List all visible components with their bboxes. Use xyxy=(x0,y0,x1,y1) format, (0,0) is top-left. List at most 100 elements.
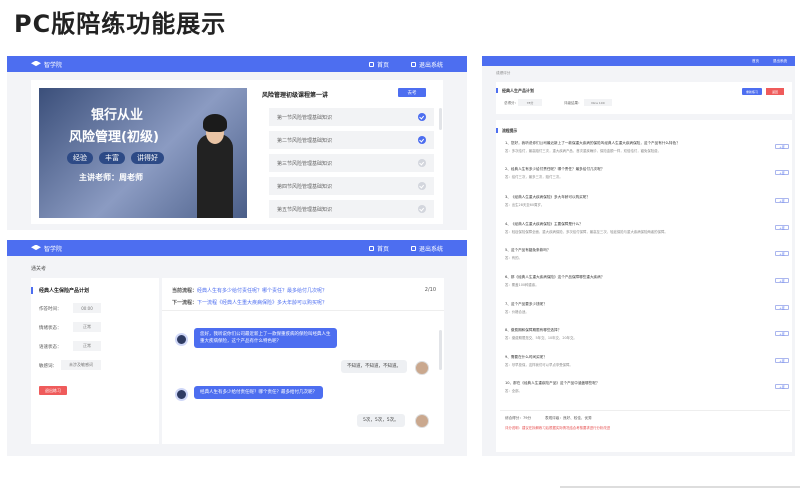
question-text: 7、这个产品要多少钱呢？ xyxy=(505,302,547,306)
view-button[interactable]: +查 xyxy=(775,170,789,175)
chat-scrollbar[interactable] xyxy=(439,330,442,370)
top-nav-bar: 智学院 首页 退出系统 xyxy=(7,240,467,256)
video-teacher: 主讲老师：周老师 xyxy=(79,173,143,182)
question-text: 2、经典人生有多少给付责任呢？哪个责任？最多给付几次呢？ xyxy=(505,167,605,171)
user-message: 5次，5次，5次。 xyxy=(357,414,405,427)
view-button[interactable]: +查 xyxy=(775,225,789,230)
question-text: 5、这个产品有豁免条款吗？ xyxy=(505,248,551,252)
answer-text: 答：全部。 xyxy=(505,389,522,393)
course-panel: 智学院 首页 退出系统 银行从业 风险管理(初级) 经验 丰富 讲得好 主讲老师… xyxy=(7,56,467,230)
field-label: 敏感词： xyxy=(39,364,57,369)
check-icon xyxy=(418,205,426,213)
check-icon xyxy=(418,182,426,190)
teacher-image xyxy=(197,134,233,218)
bot-avatar xyxy=(175,333,188,346)
next-step-text: 下一流程《经典人生重大疾病保险》多大年龄可以购买呢？ xyxy=(197,300,328,306)
mortarboard-icon xyxy=(31,244,41,251)
task-title: 经典人生产品计划 xyxy=(502,88,534,93)
footer-level: 表现评级：良好、较佳、优秀 xyxy=(545,416,592,421)
nav-exit-label: 退出系统 xyxy=(418,245,443,253)
view-button[interactable]: +查 xyxy=(775,384,789,389)
answer-time-value: 00:00 xyxy=(73,303,101,313)
lesson-label: 第四节风险管理基础知识 xyxy=(277,183,333,190)
nav-home[interactable]: 首页 xyxy=(368,244,389,253)
teacher-hair xyxy=(203,114,227,132)
app-logo[interactable]: 智学院 xyxy=(31,60,62,69)
video-tag: 经验 xyxy=(67,152,93,164)
bot-message: 您好，我听说你们公司最近新上了一款保重疾病的保险叫经典人生重大疾病保险，这个产品… xyxy=(194,328,337,348)
view-button[interactable]: +查 xyxy=(775,278,789,283)
answer-text: 答：价格合适。 xyxy=(505,310,529,314)
home-icon xyxy=(368,245,374,251)
task-title: 经典人生保险产品计划 xyxy=(39,288,90,294)
home-icon xyxy=(368,61,374,67)
take-exam-button[interactable]: 去考 xyxy=(398,88,426,97)
practice-info-card: 经典人生保险产品计划 作答时间： 00:00 情绪状态： 正常 语速状态： 正常… xyxy=(31,278,159,444)
field-label: 语速状态： xyxy=(39,345,62,350)
breadcrumb[interactable]: 成绩评分 xyxy=(496,71,510,76)
answer-text: 答：覆盖100种重疾。 xyxy=(505,283,539,287)
video-caption-2: 风险管理(初级) xyxy=(69,130,159,145)
footer-level-value: 良好、较佳、优秀 xyxy=(562,416,592,420)
task-marker xyxy=(31,287,33,294)
app-logo[interactable]: 智学院 xyxy=(31,244,62,253)
score-label: 总得分： xyxy=(504,101,518,105)
user-message: 不知道，不知道，不知道。 xyxy=(341,360,407,373)
question-text: 1、您好，我听说你们公司最近新上了一款保重大疾病的保险叫经典人生重大疾病保险，这… xyxy=(505,141,680,145)
question-text: 9、需要在什么时间买呢？ xyxy=(505,355,547,359)
answer-text: 答：轻症保险保障全面，重大疾病保险，多次给付保障，最高至三次，轻症保险与重大疾病… xyxy=(505,230,668,234)
report-header-card: 经典人生产品计划 总得分： 78分 评级结果： Nice 100 重新练习 返回 xyxy=(496,82,792,114)
current-step-text: 经典人生有多少给付责任呢？哪个责任？最多给付几次呢？ xyxy=(197,288,328,294)
footer-score: 综合得分：79分 xyxy=(505,416,531,421)
next-step: 下一流程：下一流程《经典人生重大疾病保险》多大年龄可以购买呢？ xyxy=(172,299,327,306)
lesson-item[interactable]: 第五节风险管理基础知识 xyxy=(269,200,434,218)
exit-practice-button[interactable]: 退出练习 xyxy=(39,386,67,395)
bot-message: 经典人生有多少给付责任呢？哪个责任？最多给付几次呢？ xyxy=(194,386,323,399)
answer-text: 答：多次给付，最高赔付三次，重大疾病产品，首次重疾确诊，保险金额一样，双倍给付，… xyxy=(505,149,661,153)
nav-exit[interactable]: 退出系统 xyxy=(410,244,443,253)
question-text: 3、《经典人生重大疾病保险》多大年龄可以购买呢？ xyxy=(505,195,590,199)
nav-home[interactable]: 首页 xyxy=(368,60,389,69)
app-name: 智学院 xyxy=(44,61,63,69)
top-nav-bar: 首页 退出系统 xyxy=(482,56,795,66)
footer-note: 评分说明：建议在拆解练习后根据实际情况结合考核要求进行分析改进 xyxy=(505,426,611,430)
nav-home[interactable]: 首页 xyxy=(752,59,759,64)
view-button[interactable]: +查 xyxy=(775,251,789,256)
report-panel: 首页 退出系统 成绩评分 经典人生产品计划 总得分： 78分 评级结果： Nic… xyxy=(482,56,795,456)
app-name: 智学院 xyxy=(44,245,63,253)
view-button[interactable]: +查 xyxy=(775,331,789,336)
view-button[interactable]: +查 xyxy=(775,305,789,310)
answer-text: 答：给付三次，最多三次，赔付三次。 xyxy=(505,175,563,179)
lesson-item[interactable]: 第二节风险管理基础知识 xyxy=(269,131,434,149)
lesson-item[interactable]: 第四节风险管理基础知识 xyxy=(269,177,434,195)
mortarboard-icon xyxy=(31,60,41,67)
nav-exit[interactable]: 退出系统 xyxy=(410,60,443,69)
lesson-item[interactable]: 第三节风险管理基础知识 xyxy=(269,154,434,172)
progress-counter: 2/10 xyxy=(424,287,436,293)
view-button[interactable]: +查 xyxy=(775,198,789,203)
section-marker xyxy=(496,128,498,133)
speed-value: 正常 xyxy=(73,341,101,351)
view-button[interactable]: +查 xyxy=(775,144,789,149)
emotion-value: 正常 xyxy=(73,322,101,332)
back-button[interactable]: 返回 xyxy=(766,88,784,95)
lesson-scrollbar[interactable] xyxy=(439,108,442,130)
answer-text: 答：出生28天至60周岁。 xyxy=(505,203,545,207)
video-caption-1: 银行从业 xyxy=(91,108,144,123)
nav-exit[interactable]: 退出系统 xyxy=(773,59,787,64)
lesson-label: 第五节风险管理基础知识 xyxy=(277,206,333,213)
section-title: 流程提示 xyxy=(502,128,518,133)
question-text: 8、缴费期和保障期限有哪些选择？ xyxy=(505,328,562,332)
question-text: 4、《经典人生重大疾病保险》主要保障是什么？ xyxy=(505,222,583,226)
user-avatar xyxy=(415,361,429,375)
exit-icon xyxy=(410,61,416,67)
video-player[interactable]: 银行从业 风险管理(初级) 经验 丰富 讲得好 主讲老师：周老师 xyxy=(39,88,247,218)
breadcrumb[interactable]: 通关考 xyxy=(31,265,46,272)
retry-button[interactable]: 重新练习 xyxy=(742,88,762,95)
user-avatar xyxy=(415,414,429,428)
exit-icon xyxy=(410,245,416,251)
lesson-item[interactable]: 第一节风险管理基础知识 xyxy=(269,108,434,126)
video-tag: 丰富 xyxy=(99,152,125,164)
view-button[interactable]: +查 xyxy=(775,358,789,363)
nav-home-label: 首页 xyxy=(376,245,389,253)
